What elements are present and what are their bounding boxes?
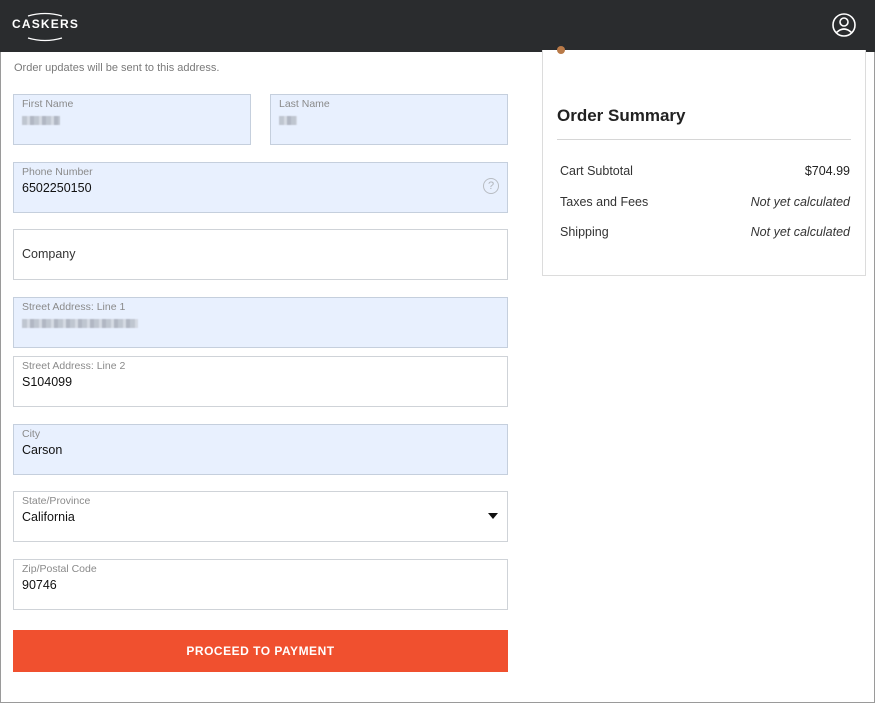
cart-subtotal-label: Cart Subtotal — [560, 164, 633, 178]
user-circle-icon[interactable] — [831, 12, 857, 38]
shipping-value: Not yet calculated — [750, 225, 850, 239]
city-label: City — [22, 428, 41, 440]
cart-subtotal-value: $704.99 — [804, 164, 850, 178]
summary-divider — [557, 139, 851, 140]
street-address-line1-label: Street Address: Line 1 — [22, 301, 126, 313]
street-address-line2-value: S104099 — [22, 375, 73, 389]
redacted-street-address — [22, 319, 138, 328]
last-name-label: Last Name — [279, 98, 330, 110]
state-province-label: State/Province — [22, 495, 91, 507]
zip-postal-code-label: Zip/Postal Code — [22, 563, 97, 575]
company-field[interactable]: Company — [13, 229, 508, 280]
order-updates-notice: Order updates will be sent to this addre… — [14, 62, 220, 74]
order-summary-panel: Order Summary Cart Subtotal $704.99 Taxe… — [542, 46, 866, 276]
phone-number-label: Phone Number — [22, 166, 93, 178]
company-placeholder: Company — [22, 247, 76, 261]
shipping-label: Shipping — [560, 225, 609, 239]
last-name-field[interactable]: Last Name — [270, 94, 508, 145]
caskers-logo[interactable]: CASKERS — [12, 12, 78, 42]
logo-text: CASKERS — [12, 17, 80, 31]
step-indicator-dot — [557, 46, 565, 54]
proceed-to-payment-button[interactable]: PROCEED TO PAYMENT — [13, 630, 508, 672]
redacted-last-name — [279, 116, 297, 125]
caret-down-icon[interactable] — [488, 513, 498, 519]
taxes-and-fees-label: Taxes and Fees — [560, 195, 649, 209]
redacted-first-name — [22, 116, 60, 125]
phone-number-field[interactable]: Phone Number 6502250150 ? — [13, 162, 508, 213]
city-field[interactable]: City Carson — [13, 424, 508, 475]
zip-postal-code-field[interactable]: Zip/Postal Code 90746 — [13, 559, 508, 610]
taxes-and-fees-value: Not yet calculated — [750, 195, 850, 209]
phone-number-value: 6502250150 — [22, 181, 92, 195]
top-navigation-bar: CASKERS — [0, 0, 875, 52]
order-summary-title: Order Summary — [557, 106, 686, 125]
street-address-line2-field[interactable]: Street Address: Line 2 S104099 — [13, 356, 508, 407]
state-province-select[interactable]: State/Province California — [13, 491, 508, 542]
help-icon[interactable]: ? — [483, 178, 499, 194]
first-name-label: First Name — [22, 98, 74, 110]
state-province-value: California — [22, 510, 75, 524]
city-value: Carson — [22, 443, 63, 457]
street-address-line1-field[interactable]: Street Address: Line 1 — [13, 297, 508, 348]
zip-postal-code-value: 90746 — [22, 578, 57, 592]
first-name-field[interactable]: First Name — [13, 94, 251, 145]
street-address-line2-label: Street Address: Line 2 — [22, 360, 126, 372]
